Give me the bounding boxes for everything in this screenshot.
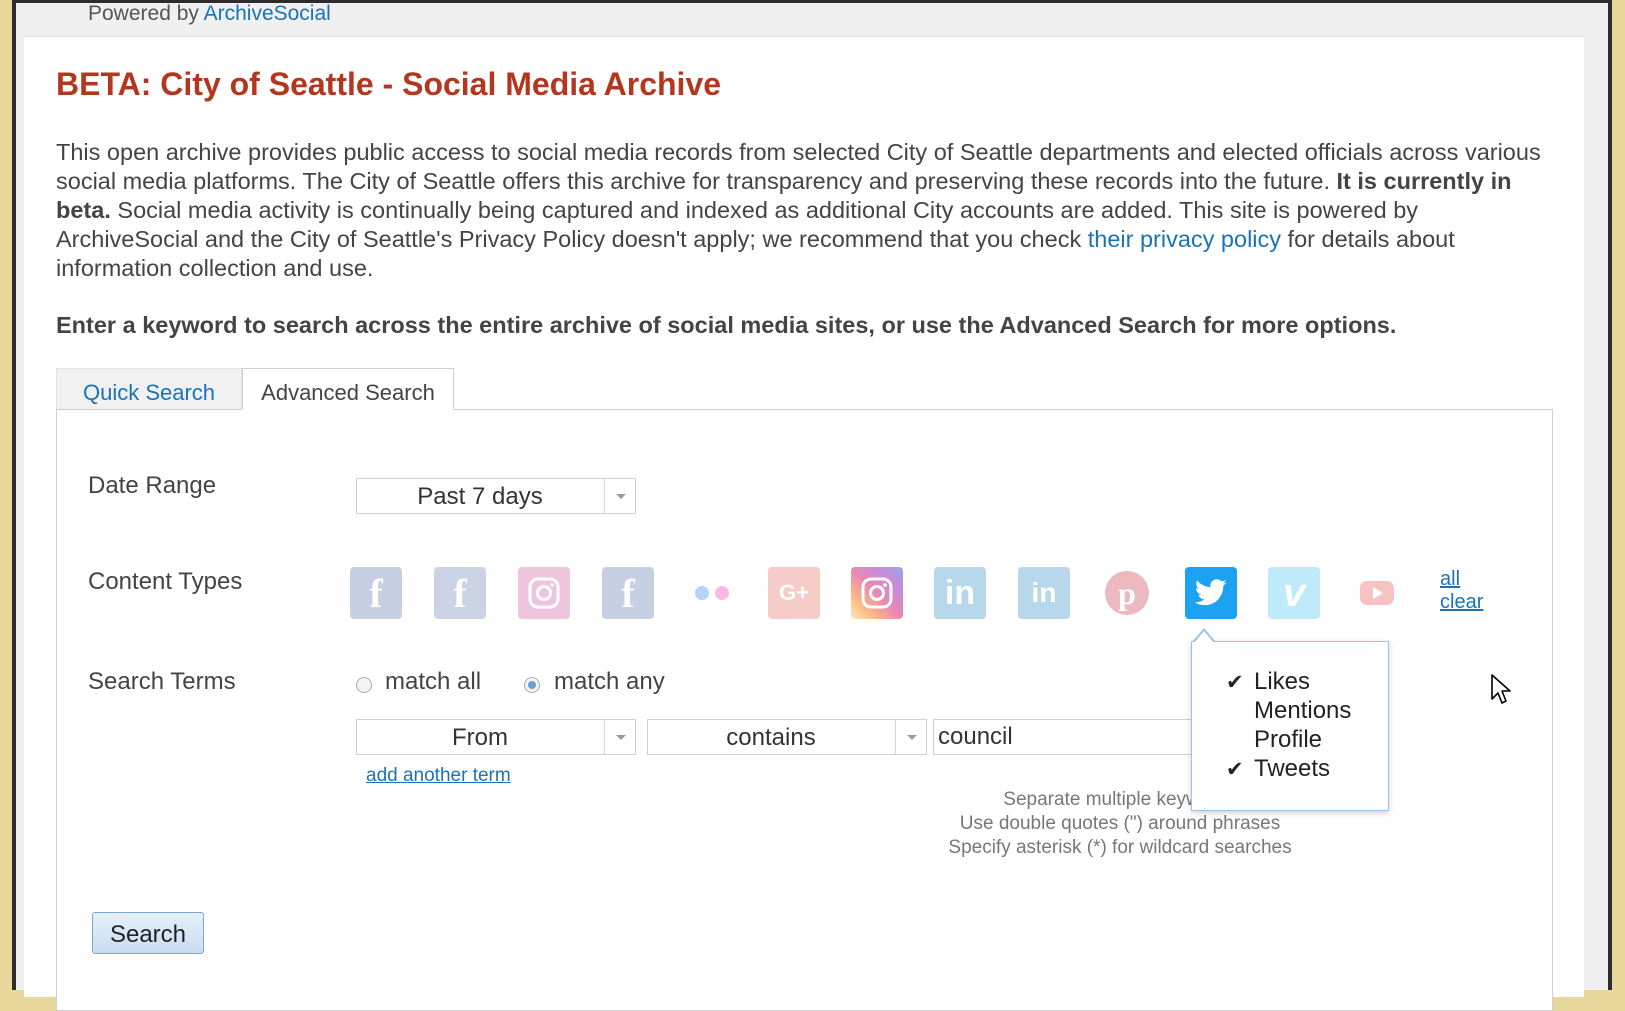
facebook-icon[interactable]: f [350, 567, 402, 619]
option-tweets[interactable]: Tweets [1254, 755, 1330, 783]
match-any-radio[interactable] [524, 677, 540, 693]
search-button[interactable]: Search [92, 912, 204, 954]
clear-link[interactable]: clear [1440, 591, 1483, 614]
twitter-icon[interactable] [1185, 567, 1237, 619]
tab-quick-search[interactable]: Quick Search [56, 368, 242, 410]
pinterest-icon[interactable]: p [1101, 567, 1153, 619]
powered-by-prefix: Powered by [88, 2, 199, 25]
facebook-page-icon[interactable]: f [434, 567, 486, 619]
intro-part1: This open archive provides public access… [56, 139, 1541, 194]
archivesocial-link[interactable]: ArchiveSocial [204, 2, 331, 25]
check-icon: ✔ [1226, 671, 1244, 694]
content-type-links: all clear [1440, 568, 1483, 614]
intro-text: This open archive provides public access… [56, 138, 1546, 283]
term-operator-value: contains [726, 724, 816, 751]
search-term-input[interactable] [933, 719, 1193, 755]
privacy-policy-link[interactable]: their privacy policy [1088, 226, 1281, 252]
mouse-cursor-icon [1491, 674, 1511, 704]
chevron-down-icon[interactable] [895, 720, 926, 754]
select-all-link[interactable]: all [1440, 568, 1483, 591]
tab-advanced-search[interactable]: Advanced Search [242, 368, 454, 410]
youtube-icon[interactable] [1351, 567, 1403, 619]
flickr-icon[interactable] [686, 567, 738, 619]
linkedin-icon[interactable]: in [934, 567, 986, 619]
instagram-icon[interactable] [518, 567, 570, 619]
twitter-options-popup: ✔ Likes Mentions Profile ✔ Tweets [1191, 641, 1389, 811]
chevron-down-icon[interactable] [604, 720, 635, 754]
hint-line: Specify asterisk (*) for wildcard search… [948, 837, 1292, 858]
date-range-label: Date Range [88, 472, 217, 499]
match-all-radio[interactable] [356, 677, 372, 693]
date-range-value: Past 7 days [417, 483, 543, 510]
match-any-label: match any [554, 668, 665, 695]
add-another-term-link[interactable]: add another term [366, 765, 511, 787]
page-title: BETA: City of Seattle - Social Media Arc… [56, 66, 722, 102]
google-plus-icon[interactable]: G+ [768, 567, 820, 619]
popup-pointer-fill [1194, 631, 1214, 643]
term-field-select[interactable]: From [356, 719, 636, 755]
term-field-value: From [452, 724, 508, 751]
option-likes[interactable]: Likes [1254, 668, 1310, 696]
powered-by: Powered by ArchiveSocial [88, 2, 331, 26]
content-types-label: Content Types [88, 568, 243, 595]
facebook-group-icon[interactable]: f [602, 567, 654, 619]
term-operator-select[interactable]: contains [647, 719, 927, 755]
vimeo-icon[interactable]: v [1268, 567, 1320, 619]
match-all-label: match all [385, 668, 482, 695]
check-icon: ✔ [1226, 758, 1244, 781]
option-mentions[interactable]: Mentions [1254, 697, 1351, 725]
chevron-down-icon[interactable] [604, 479, 635, 513]
svg-text:p: p [1118, 575, 1136, 611]
search-terms-label: Search Terms [88, 668, 236, 695]
date-range-select[interactable]: Past 7 days [356, 478, 636, 514]
search-instruction: Enter a keyword to search across the ent… [56, 312, 1397, 338]
option-profile[interactable]: Profile [1254, 726, 1322, 754]
linkedin-company-icon[interactable]: in [1018, 567, 1070, 619]
instagram-color-icon[interactable] [851, 567, 903, 619]
hint-line: Use double quotes (") around phrases [959, 813, 1281, 834]
